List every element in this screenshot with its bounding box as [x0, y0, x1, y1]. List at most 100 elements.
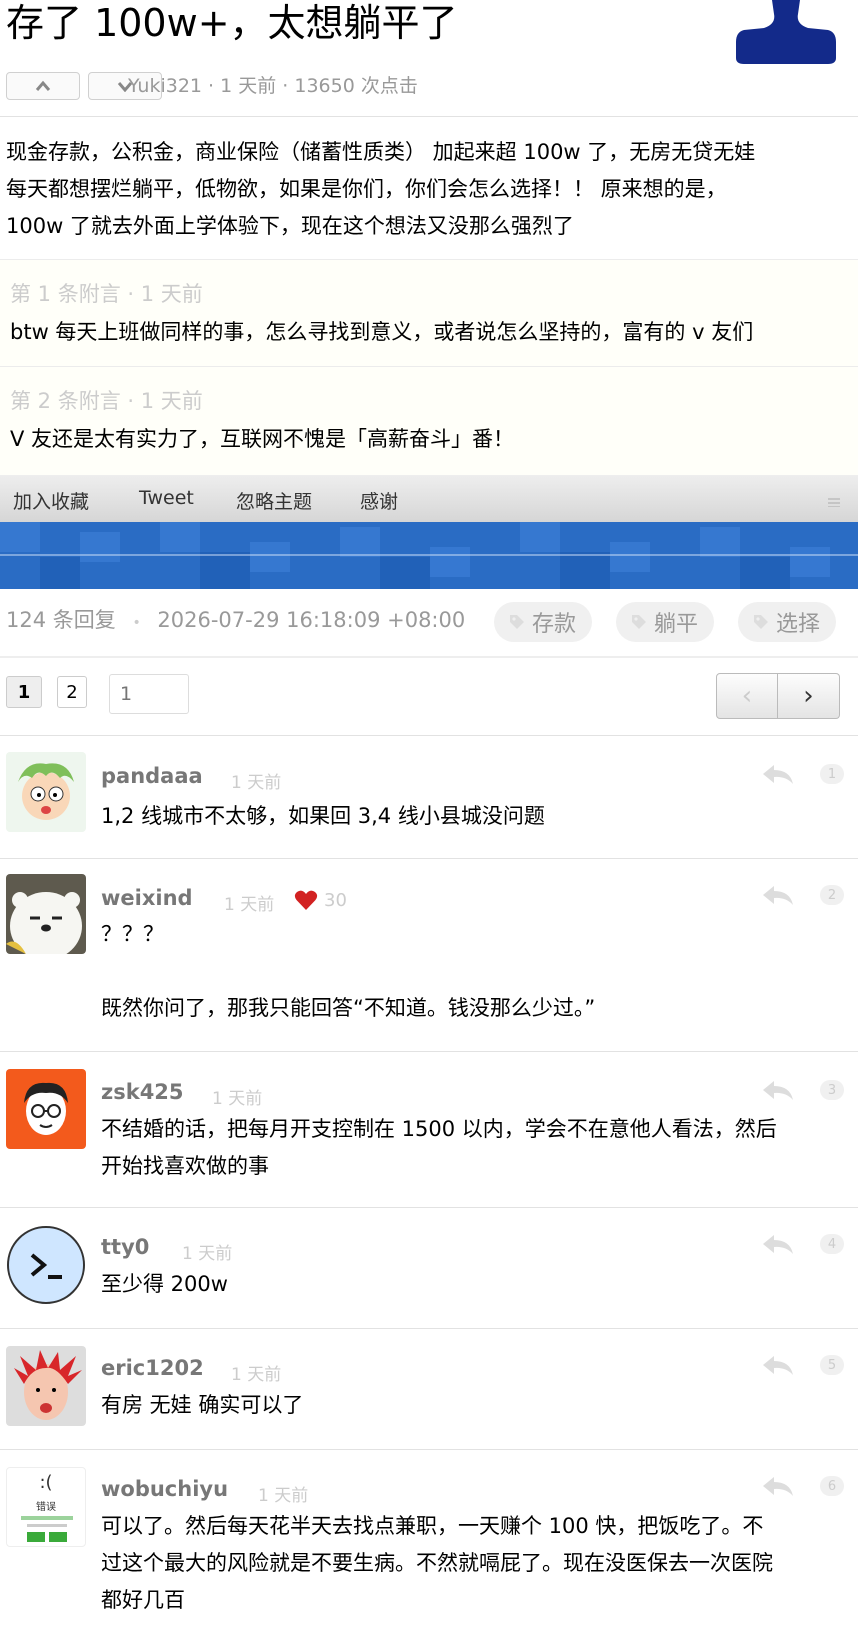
page-1-current[interactable]: 1: [6, 676, 42, 708]
reply-item: zsk425 1 天前 3 不结婚的话，把每月开支控制在 1500 以内，学会不…: [0, 1051, 858, 1208]
reply-line: [101, 953, 839, 990]
add-favorite-link[interactable]: 加入收藏: [13, 487, 89, 514]
page-2-link[interactable]: 2: [57, 676, 87, 708]
tag-icon: [510, 615, 524, 629]
reply-item: eric1202 1 天前 5 有房 无娃 确实可以了: [0, 1328, 858, 1450]
reply-time: 1 天前: [182, 1244, 233, 1264]
chevron-up-icon: [35, 80, 51, 91]
tag-cunkuan[interactable]: 存款: [494, 602, 593, 642]
reply-line: 既然你问了，那我只能回答“不知道。钱没那么少过。”: [101, 996, 596, 1020]
tag-label: 躺平: [654, 612, 699, 637]
reply-item: tty0 1 天前 4 至少得 200w: [0, 1207, 858, 1329]
topic-content: 现金存款，公积金，商业保险（储蓄性质类） 加起来超 100w 了，无房无贷无娃 …: [6, 134, 836, 245]
content-line: 现金存款，公积金，商业保险（储蓄性质类） 加起来超 100w 了，无房无贷无娃: [6, 140, 756, 164]
heart-icon: [294, 890, 318, 910]
reply-line: 过这个最大的风险就是不要生病。不然就嗝屁了。现在没医保去一次医院: [101, 1551, 773, 1575]
append-body: V 友还是太有实力了，互联网不愧是「高薪奋斗」番！: [10, 427, 515, 451]
reply-line: 至少得 200w: [101, 1272, 228, 1296]
avatar[interactable]: [6, 1069, 86, 1149]
reply-icon[interactable]: [762, 764, 794, 786]
reply-time: 1 天前: [231, 773, 282, 793]
reply-content: 1,2 线城市不太够，如果回 3,4 线小县城没问题: [101, 798, 839, 835]
likes-count: 30: [294, 889, 347, 911]
reply-time: 1 天前: [224, 895, 275, 915]
append-1: 第 1 条附言 · 1 天前 btw 每天上班做同样的事，怎么寻找到意义，或者说…: [0, 259, 858, 366]
reply-icon[interactable]: [762, 1355, 794, 1377]
avatar[interactable]: [6, 1346, 86, 1426]
reply-line: 开始找喜欢做的事: [101, 1154, 269, 1178]
avatar-error-text: 错误: [36, 1502, 56, 1513]
reply-content: ？？？ 既然你问了，那我只能回答“不知道。钱没那么少过。”: [101, 916, 839, 1027]
reply-line: 1,2 线城市不太够，如果回 3,4 线小县城没问题: [101, 804, 545, 828]
author-avatar[interactable]: [736, 0, 836, 66]
reply-time: 1 天前: [231, 1365, 282, 1385]
tweet-link[interactable]: Tweet: [139, 487, 194, 509]
reply-icon[interactable]: [762, 1080, 794, 1102]
reply-username[interactable]: eric1202: [101, 1356, 204, 1380]
append-body: btw 每天上班做同样的事，怎么寻找到意义，或者说怎么坚持的，富有的 v 友们: [10, 320, 754, 344]
reply-time: 2026-07-29 16:18:09 +08:00: [157, 608, 466, 632]
avatar[interactable]: :( 错误: [6, 1467, 86, 1547]
reply-username[interactable]: wobuchiyu: [101, 1477, 228, 1501]
reply-item: weixind 1 天前 30 2 ？？？ 既然你问了，那我只能回答“不知道。钱…: [0, 858, 858, 1052]
divider: [0, 116, 858, 117]
reply-username[interactable]: tty0: [101, 1235, 149, 1259]
reply-username[interactable]: pandaaa: [101, 764, 203, 788]
floor-number: 2: [820, 885, 844, 905]
avatar[interactable]: [6, 874, 86, 954]
reply-icon[interactable]: [762, 885, 794, 907]
page-jump-input[interactable]: [109, 674, 189, 714]
ignore-topic-link[interactable]: 忽略主题: [236, 487, 312, 514]
topic-meta: Yuki321 · 1 天前 · 13650 次点击: [128, 75, 418, 97]
divider: [0, 656, 858, 658]
reply-item: :( 错误 wobuchiyu 1 天前 6 可以了。然后每天花半天去找点兼职，…: [0, 1449, 858, 1631]
likes-value: 30: [324, 889, 347, 911]
content-line: 每天都想摆烂躺平，低物欲，如果是你们，你们会怎么选择！！ 原来想的是，: [6, 177, 727, 201]
tag-icon: [754, 615, 768, 629]
content-line: 100w 了就去外面上学体验下，现在这个想法又没那么强烈了: [6, 214, 574, 238]
separator: •: [132, 615, 141, 631]
append-header: 第 2 条附言 · 1 天前: [10, 389, 203, 413]
reply-line: 有房 无娃 确实可以了: [101, 1393, 304, 1417]
avatar[interactable]: [6, 1225, 86, 1305]
tag-icon: [632, 615, 646, 629]
reply-item: pandaaa 1 天前 1 1,2 线城市不太够，如果回 3,4 线小县城没问…: [0, 735, 858, 859]
reply-content: 有房 无娃 确实可以了: [101, 1387, 839, 1424]
reply-username[interactable]: weixind: [101, 886, 193, 910]
reply-content: 可以了。然后每天花半天去找点兼职，一天赚个 100 快，把饭吃了。不 过这个最大…: [101, 1508, 839, 1619]
thank-link[interactable]: 感谢: [360, 487, 398, 514]
floor-number: 3: [820, 1080, 844, 1100]
floor-number: 6: [820, 1476, 844, 1496]
append-header: 第 1 条附言 · 1 天前: [10, 282, 203, 306]
reply-line: 不结婚的话，把每月开支控制在 1500 以内，学会不在意他人看法，然后: [101, 1117, 777, 1141]
next-page-button[interactable]: ›: [778, 673, 840, 719]
reply-content: 不结婚的话，把每月开支控制在 1500 以内，学会不在意他人看法，然后 开始找喜…: [101, 1111, 839, 1185]
reply-username[interactable]: zsk425: [101, 1080, 184, 1104]
floor-number: 5: [820, 1355, 844, 1375]
reply-time: 1 天前: [258, 1486, 309, 1506]
topic-title: 存了 100w+，太想躺平了: [6, 1, 458, 45]
reply-icon[interactable]: [762, 1476, 794, 1498]
tag-tangping[interactable]: 躺平: [616, 602, 715, 642]
topic-toolbar: 加入收藏 Tweet 忽略主题 感谢: [0, 475, 858, 522]
floor-number: 4: [820, 1234, 844, 1254]
reply-content: 至少得 200w: [101, 1266, 839, 1303]
upvote-button[interactable]: [6, 72, 80, 100]
reply-info: 124 条回复 • 2026-07-29 16:18:09 +08:00: [6, 604, 465, 634]
tag-xuanze[interactable]: 选择: [738, 602, 837, 642]
prev-page-button[interactable]: ‹: [716, 673, 778, 719]
reply-icon[interactable]: [762, 1234, 794, 1256]
reply-line: 都好几百: [101, 1588, 185, 1612]
avatar[interactable]: [6, 752, 86, 832]
tag-label: 选择: [776, 612, 821, 637]
reply-count: 124 条回复: [6, 608, 116, 632]
reply-line: ？？？: [101, 922, 164, 946]
resize-grip-icon: [828, 498, 840, 507]
reply-time: 1 天前: [212, 1089, 263, 1109]
avatar-sad-face: :(: [39, 1472, 53, 1493]
append-2: 第 2 条附言 · 1 天前 V 友还是太有实力了，互联网不愧是「高薪奋斗」番！: [0, 366, 858, 476]
ad-banner[interactable]: [0, 522, 858, 589]
reply-line: 可以了。然后每天花半天去找点兼职，一天赚个 100 快，把饭吃了。不: [101, 1514, 764, 1538]
floor-number: 1: [820, 764, 844, 784]
tag-label: 存款: [532, 612, 577, 637]
